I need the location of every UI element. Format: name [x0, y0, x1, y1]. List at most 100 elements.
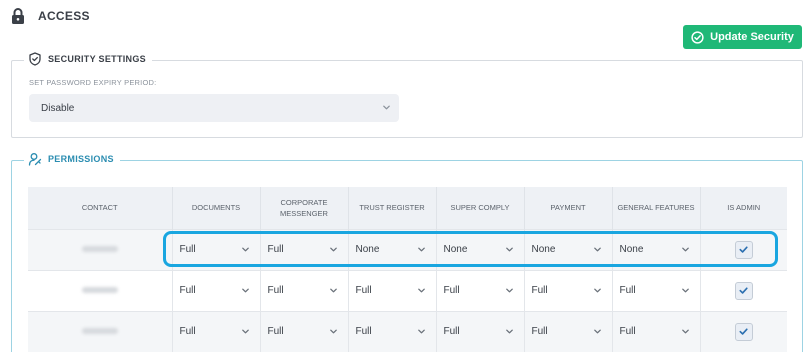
column-header-corporate-messenger: CORPORATE MESSENGER	[260, 187, 349, 229]
permission-select-corporate-messenger[interactable]: Full	[261, 244, 348, 255]
contact-name-redacted	[81, 287, 118, 293]
column-header-payment: PAYMENT	[524, 187, 613, 229]
expiry-period-select[interactable]: Disable	[29, 94, 399, 122]
permission-value: Full	[443, 285, 460, 296]
permission-cell-documents: Full	[172, 310, 261, 352]
column-header-is-admin: IS ADMIN	[700, 187, 787, 229]
update-security-button[interactable]: Update Security	[683, 25, 802, 49]
contact-cell	[28, 310, 173, 352]
permission-select-documents[interactable]: Full	[173, 244, 260, 255]
chevron-down-icon	[241, 247, 249, 252]
is-admin-checkbox[interactable]	[734, 240, 753, 259]
permission-cell-super-comply: Full	[436, 310, 525, 352]
chevron-down-icon	[505, 329, 513, 334]
permission-select-general-features[interactable]: Full	[613, 326, 700, 337]
lock-icon	[12, 8, 24, 24]
permission-value: None	[443, 244, 468, 255]
page-title: ACCESS	[38, 9, 90, 23]
table-header-row: CONTACT DOCUMENTS CORPORATE MESSENGER TR…	[28, 187, 787, 229]
table-row: Full Full Full Full Full Full	[28, 310, 787, 352]
permission-cell-trust-register: Full	[348, 310, 437, 352]
permissions-section: PERMISSIONS CONTACT DOCUMENTS CORPORATE …	[11, 152, 803, 352]
chevron-down-icon	[329, 329, 337, 334]
check-circle-icon	[691, 30, 704, 44]
permissions-table: CONTACT DOCUMENTS CORPORATE MESSENGER TR…	[28, 187, 787, 352]
permission-cell-super-comply: None	[436, 228, 525, 270]
permission-select-general-features[interactable]: None	[613, 244, 700, 255]
permission-value: None	[619, 244, 644, 255]
permission-value: Full	[355, 326, 372, 338]
contact-name-redacted	[81, 246, 118, 252]
table-row: Full Full None None None None	[28, 228, 787, 270]
table-row: Full Full Full Full Full Full	[28, 269, 787, 311]
permission-value: Full	[267, 244, 284, 255]
permission-cell-general-features: Full	[612, 269, 701, 311]
permission-value: Full	[443, 326, 460, 338]
permission-cell-trust-register: Full	[348, 269, 437, 311]
contact-cell	[28, 228, 173, 270]
permission-select-corporate-messenger[interactable]: Full	[261, 326, 348, 337]
is-admin-checkbox[interactable]	[734, 281, 753, 300]
permission-select-trust-register[interactable]: None	[349, 244, 436, 255]
permission-select-payment[interactable]: Full	[525, 285, 612, 296]
chevron-down-icon	[681, 288, 689, 293]
column-header-documents: DOCUMENTS	[172, 187, 261, 229]
contact-name-redacted	[81, 328, 118, 335]
column-header-super-comply: SUPER COMPLY	[436, 187, 525, 229]
chevron-down-icon	[329, 247, 337, 252]
permission-value: Full	[531, 285, 548, 296]
permission-value: Full	[179, 285, 196, 296]
permission-cell-trust-register: None	[348, 228, 437, 270]
permission-select-super-comply[interactable]: Full	[437, 326, 524, 337]
permission-value: Full	[179, 326, 196, 338]
permission-value: Full	[267, 285, 284, 296]
shield-check-icon	[29, 52, 41, 66]
chevron-down-icon	[329, 288, 337, 293]
security-settings-legend: SECURITY SETTINGS	[24, 52, 152, 66]
permission-cell-payment: None	[524, 228, 613, 270]
check-icon	[739, 246, 748, 253]
permission-cell-documents: Full	[172, 228, 261, 270]
permission-select-trust-register[interactable]: Full	[349, 326, 436, 337]
permission-cell-documents: Full	[172, 269, 261, 311]
user-key-icon	[28, 153, 42, 166]
permission-value: None	[531, 244, 556, 255]
chevron-down-icon	[505, 288, 513, 293]
permission-select-super-comply[interactable]: None	[437, 244, 524, 255]
access-header: ACCESS	[11, 8, 90, 24]
permission-value: Full	[619, 285, 636, 296]
permission-cell-payment: Full	[524, 269, 613, 311]
is-admin-checkbox[interactable]	[734, 322, 753, 341]
permission-value: Full	[619, 326, 636, 338]
chevron-down-icon	[505, 247, 513, 252]
permission-cell-payment: Full	[524, 310, 613, 352]
chevron-down-icon	[417, 247, 425, 252]
column-header-general-features: GENERAL FEATURES	[612, 187, 701, 229]
permission-select-payment[interactable]: Full	[525, 326, 612, 337]
permission-select-payment[interactable]: None	[525, 244, 612, 255]
permission-value: Full	[355, 285, 372, 296]
permission-value: Full	[267, 326, 284, 338]
permission-cell-corporate-messenger: Full	[260, 310, 349, 352]
permission-select-documents[interactable]: Full	[173, 326, 260, 337]
permission-select-corporate-messenger[interactable]: Full	[261, 285, 348, 296]
check-icon	[739, 287, 748, 294]
chevron-down-icon	[241, 288, 249, 293]
update-security-label: Update Security	[710, 31, 794, 43]
permission-cell-corporate-messenger: Full	[260, 228, 349, 270]
chevron-down-icon	[593, 247, 601, 252]
chevron-down-icon	[241, 329, 249, 334]
chevron-down-icon	[417, 288, 425, 293]
column-header-trust-register: TRUST REGISTER	[348, 187, 437, 229]
permission-value: Full	[531, 326, 548, 338]
permission-value: None	[355, 244, 380, 255]
chevron-down-icon	[417, 329, 425, 334]
chevron-down-icon	[593, 288, 601, 293]
permission-select-trust-register[interactable]: Full	[349, 285, 436, 296]
permission-cell-general-features: None	[612, 228, 701, 270]
permission-select-general-features[interactable]: Full	[613, 285, 700, 296]
permission-select-documents[interactable]: Full	[173, 285, 260, 296]
permissions-title: PERMISSIONS	[48, 154, 114, 164]
permission-select-super-comply[interactable]: Full	[437, 285, 524, 296]
check-icon	[739, 328, 748, 335]
